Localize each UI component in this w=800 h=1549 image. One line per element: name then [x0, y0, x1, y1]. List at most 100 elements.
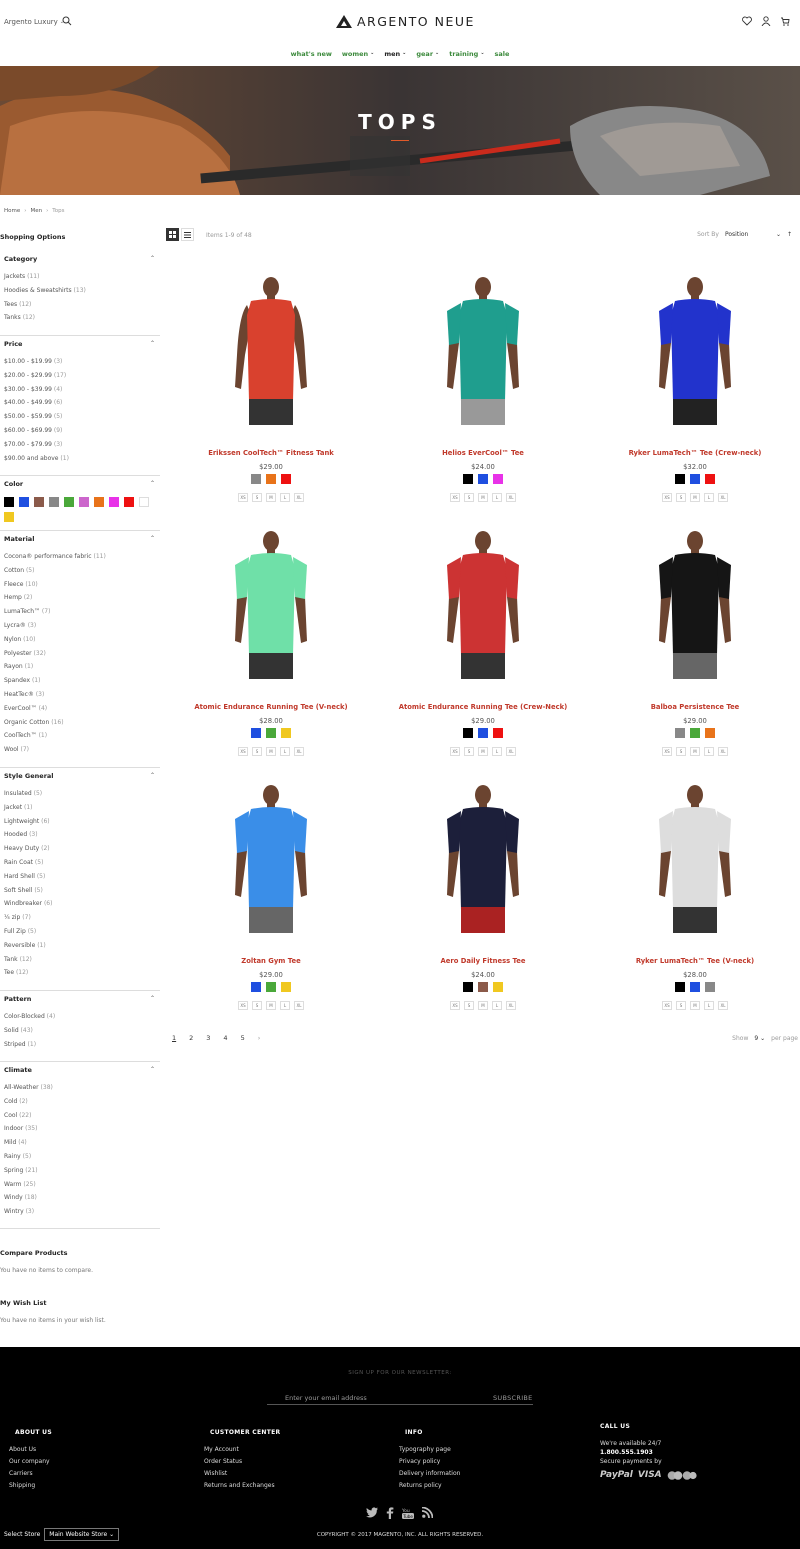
color-swatch[interactable]: [94, 497, 104, 507]
filter-option[interactable]: Tanks (12): [4, 313, 86, 327]
filter-option[interactable]: $20.00 - $29.99 (17): [4, 371, 69, 385]
product-name[interactable]: Zoltan Gym Tee: [171, 957, 371, 965]
filter-title[interactable]: Category: [4, 255, 37, 263]
filter-title[interactable]: Price: [4, 340, 22, 348]
size-option[interactable]: S: [252, 1001, 262, 1010]
filter-option[interactable]: ¼ zip (7): [4, 913, 52, 927]
filter-option[interactable]: Fleece (10): [4, 580, 106, 594]
size-option[interactable]: M: [478, 747, 488, 756]
color-swatch[interactable]: [493, 728, 503, 738]
filter-option[interactable]: Windbreaker (6): [4, 899, 52, 913]
filter-option[interactable]: Striped (1): [4, 1040, 55, 1054]
filter-option[interactable]: HeatTec® (3): [4, 690, 106, 704]
product-name[interactable]: Aero Daily Fitness Tee: [383, 957, 583, 965]
filter-option[interactable]: Hemp (2): [4, 593, 106, 607]
color-swatch[interactable]: [251, 982, 261, 992]
product-image[interactable]: [433, 529, 533, 679]
filter-option[interactable]: Rainy (5): [4, 1152, 53, 1166]
size-option[interactable]: S: [676, 747, 686, 756]
color-swatch[interactable]: [139, 497, 149, 507]
heart-icon[interactable]: [742, 16, 752, 26]
color-swatch[interactable]: [49, 497, 59, 507]
filter-option[interactable]: Tee (12): [4, 968, 52, 982]
product-image[interactable]: [221, 275, 321, 425]
size-option[interactable]: S: [676, 493, 686, 502]
color-swatch[interactable]: [266, 728, 276, 738]
size-option[interactable]: XS: [238, 1001, 248, 1010]
filter-option[interactable]: Jackets (11): [4, 272, 86, 286]
filter-option[interactable]: Tank (12): [4, 955, 52, 969]
size-option[interactable]: XL: [294, 1001, 304, 1010]
filter-option[interactable]: Hooded (3): [4, 830, 52, 844]
footer-link[interactable]: Our company: [9, 1458, 52, 1470]
page-1[interactable]: 1: [172, 1034, 176, 1042]
call-phone[interactable]: 1.800.555.1903: [600, 1449, 697, 1458]
filter-option[interactable]: $90.00 and above (1): [4, 454, 69, 468]
product-name[interactable]: Erikssen CoolTech™ Fitness Tank: [171, 449, 371, 457]
filter-title[interactable]: Style General: [4, 772, 54, 780]
filter-option[interactable]: EverCool™ (4): [4, 704, 106, 718]
product-name[interactable]: Atomic Endurance Running Tee (Crew-Neck): [383, 703, 583, 711]
footer-link[interactable]: Delivery information: [399, 1470, 460, 1482]
chevron-up-icon[interactable]: ⌃: [150, 1066, 155, 1073]
filter-option[interactable]: CoolTech™ (1): [4, 731, 106, 745]
size-option[interactable]: XS: [450, 1001, 460, 1010]
size-option[interactable]: M: [266, 1001, 276, 1010]
filter-title[interactable]: Material: [4, 535, 34, 543]
filter-option[interactable]: Soft Shell (5): [4, 886, 52, 900]
product-image[interactable]: [433, 275, 533, 425]
rss-icon[interactable]: [422, 1507, 433, 1518]
filter-option[interactable]: Heavy Duty (2): [4, 844, 52, 858]
color-swatch[interactable]: [124, 497, 134, 507]
color-swatch[interactable]: [675, 474, 685, 484]
color-swatch[interactable]: [251, 728, 261, 738]
footer-link[interactable]: About Us: [9, 1446, 52, 1458]
filter-option[interactable]: Indoor (35): [4, 1124, 53, 1138]
footer-link[interactable]: Returns policy: [399, 1482, 460, 1494]
size-option[interactable]: S: [252, 493, 262, 502]
color-swatch[interactable]: [34, 497, 44, 507]
size-option[interactable]: L: [704, 493, 714, 502]
next-page-icon[interactable]: ›: [258, 1034, 261, 1042]
product-name[interactable]: Atomic Endurance Running Tee (V-neck): [171, 703, 371, 711]
product-image[interactable]: [645, 529, 745, 679]
product-name[interactable]: Balboa Persistence Tee: [595, 703, 795, 711]
filter-title[interactable]: Pattern: [4, 995, 31, 1003]
size-option[interactable]: L: [280, 493, 290, 502]
size-option[interactable]: L: [704, 1001, 714, 1010]
sort-select[interactable]: Position ⌄: [725, 231, 781, 238]
filter-option[interactable]: Tees (12): [4, 300, 86, 314]
color-swatch[interactable]: [675, 982, 685, 992]
footer-link[interactable]: Privacy policy: [399, 1458, 460, 1470]
page-5[interactable]: 5: [241, 1034, 245, 1042]
footer-link[interactable]: Typography page: [399, 1446, 460, 1458]
logo[interactable]: ARGENTO NEUE: [336, 14, 475, 29]
size-option[interactable]: M: [690, 493, 700, 502]
size-option[interactable]: M: [478, 1001, 488, 1010]
filter-option[interactable]: Wintry (3): [4, 1207, 53, 1221]
color-swatch[interactable]: [493, 982, 503, 992]
product-name[interactable]: Ryker LumaTech™ Tee (V-neck): [595, 957, 795, 965]
filter-option[interactable]: $70.00 - $79.99 (3): [4, 440, 69, 454]
filter-option[interactable]: Rayon (1): [4, 662, 106, 676]
product-image[interactable]: [221, 783, 321, 933]
size-option[interactable]: XL: [294, 747, 304, 756]
page-4[interactable]: 4: [223, 1034, 227, 1042]
filter-option[interactable]: $30.00 - $39.99 (4): [4, 385, 69, 399]
filter-option[interactable]: Cotton (5): [4, 566, 106, 580]
size-option[interactable]: M: [690, 747, 700, 756]
size-option[interactable]: L: [280, 747, 290, 756]
chevron-up-icon[interactable]: ⌃: [150, 480, 155, 487]
color-swatch[interactable]: [64, 497, 74, 507]
size-option[interactable]: XL: [506, 747, 516, 756]
filter-option[interactable]: Organic Cotton (16): [4, 718, 106, 732]
color-swatch[interactable]: [281, 474, 291, 484]
size-option[interactable]: XL: [506, 1001, 516, 1010]
size-option[interactable]: XS: [662, 1001, 672, 1010]
product-image[interactable]: [645, 783, 745, 933]
size-option[interactable]: M: [690, 1001, 700, 1010]
color-swatch[interactable]: [266, 982, 276, 992]
size-option[interactable]: XS: [662, 747, 672, 756]
nav-item[interactable]: women: [342, 50, 368, 58]
chevron-up-icon[interactable]: ⌃: [150, 772, 155, 779]
